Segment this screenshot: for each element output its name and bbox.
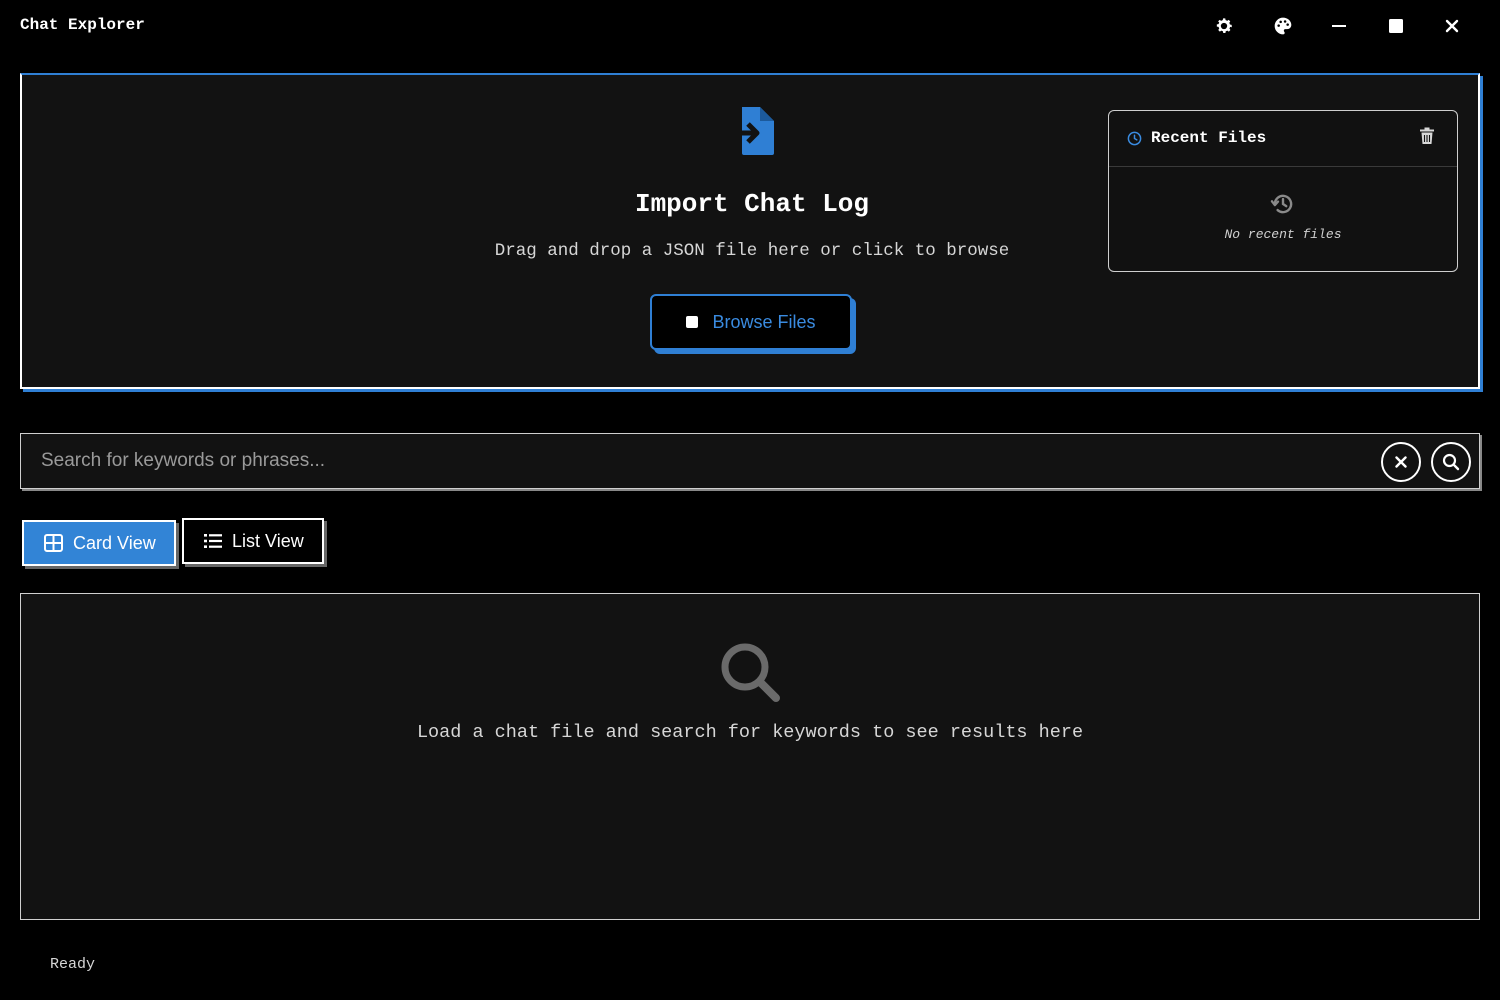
browse-files-button[interactable]: Browse Files	[650, 294, 852, 350]
app-title: Chat Explorer	[20, 16, 145, 34]
results-empty-message: Load a chat file and search for keywords…	[416, 722, 1084, 743]
trash-icon[interactable]	[1419, 127, 1435, 145]
close-window-button[interactable]	[1437, 12, 1467, 40]
title-bar: Chat Explorer	[0, 0, 1500, 52]
search-button[interactable]	[1431, 442, 1471, 482]
card-view-label: Card View	[73, 532, 156, 553]
settings-button[interactable]	[1209, 12, 1239, 40]
search-icon	[1442, 453, 1460, 471]
card-view-button[interactable]: Card View	[22, 520, 176, 566]
theme-button[interactable]	[1268, 12, 1298, 40]
browse-files-label: Browse Files	[712, 311, 816, 332]
clock-icon	[1127, 131, 1142, 146]
minimize-button[interactable]	[1324, 12, 1354, 40]
history-icon	[1270, 194, 1293, 214]
clear-search-button[interactable]	[1381, 442, 1421, 482]
results-panel: Load a chat file and search for keywords…	[20, 593, 1480, 920]
recent-files-header: Recent Files	[1109, 111, 1457, 167]
list-icon	[204, 534, 222, 548]
maximize-button[interactable]	[1381, 12, 1411, 40]
list-view-button[interactable]: List View	[182, 518, 324, 564]
status-text: Ready	[50, 956, 96, 973]
list-view-label: List View	[232, 530, 304, 551]
maximize-icon	[1389, 19, 1403, 33]
close-icon	[1445, 19, 1459, 33]
grid-icon	[44, 534, 63, 552]
minimize-icon	[1332, 25, 1346, 27]
search-input[interactable]	[21, 434, 1361, 488]
gear-icon	[1216, 18, 1232, 33]
file-icon	[686, 316, 699, 328]
palette-icon	[1274, 17, 1292, 35]
search-icon	[721, 643, 780, 702]
file-import-icon	[726, 105, 778, 162]
clear-icon	[1395, 456, 1407, 468]
recent-files-empty: No recent files	[1224, 227, 1342, 242]
search-bar	[20, 433, 1480, 489]
import-drop-zone[interactable]: Import Chat Log Drag and drop a JSON fil…	[20, 73, 1480, 389]
recent-files-title: Recent Files	[1151, 129, 1267, 147]
recent-files-panel: Recent Files No recent files	[1108, 110, 1458, 272]
